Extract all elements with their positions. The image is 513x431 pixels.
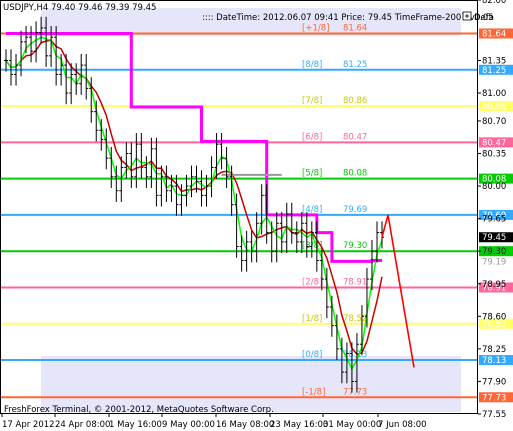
x-tick-label-1: 24 Apr 08:00 bbox=[55, 420, 110, 430]
time-axis: 17 Apr 2012 24 Apr 08:001 May 16:00 9 May … bbox=[1, 414, 427, 430]
level-bracket-4: [5/8] bbox=[302, 169, 322, 179]
symbol-header: USDJPY,H4 79.40 79.46 79.39 79.45 bbox=[3, 3, 156, 13]
band-region-left-bottom bbox=[41, 356, 461, 412]
level-bracket-9: [0/8] bbox=[302, 350, 322, 360]
copyright-footer: FreshForex Terminal, © 2001-2012, MetaQu… bbox=[4, 405, 274, 415]
y-tick-label-7: 79.30 bbox=[482, 247, 506, 257]
level-bracket-0: [+1/8] bbox=[302, 23, 329, 33]
y-tick-label-2: 81.00 bbox=[482, 89, 506, 99]
plot-background bbox=[0, 0, 478, 414]
x-tick-label-6: 31 May 00:00 bbox=[323, 420, 381, 430]
level-bracket-3: [6/8] bbox=[302, 132, 322, 142]
x-tick-label-5: 23 May 16:00 bbox=[270, 420, 328, 430]
level-axis-label-9: 78.13 bbox=[482, 356, 506, 366]
level-value-10: 77.73 bbox=[343, 387, 367, 397]
level-value-0: 81.64 bbox=[343, 23, 367, 33]
y-tick-label-5: 80.00 bbox=[482, 182, 506, 192]
level-value-1: 81.25 bbox=[343, 60, 367, 70]
level-value-5: 79.69 bbox=[343, 205, 367, 215]
x-tick-label-3: 9 May 00:00 bbox=[162, 420, 215, 430]
x-tick-label-4: 16 May 08:00 bbox=[216, 420, 274, 430]
level-value-2: 80.86 bbox=[343, 96, 367, 106]
level-axis-label-1: 81.25 bbox=[482, 66, 506, 76]
chart-window: [+1/8] 81.64 [8/8] 81.25 [7/8] 80.86 [6/8] 80.4… bbox=[0, 0, 513, 431]
y-tick-label-0: 82.00 bbox=[482, 0, 506, 6]
y-tick-label-4: 80.35 bbox=[482, 150, 506, 160]
y-tick-label-9: 78.60 bbox=[482, 312, 506, 322]
settings-icon[interactable] bbox=[462, 11, 472, 21]
level-axis-label-2: 80.86 bbox=[482, 102, 506, 112]
chart-svg: [+1/8] 81.64 [8/8] 81.25 [7/8] 80.86 [6/8] 80.4… bbox=[0, 0, 513, 430]
y-tick-label-10: 78.25 bbox=[482, 345, 506, 355]
x-tick-label-2: 1 May 16:00 bbox=[109, 420, 162, 430]
y-tick-label-1: 81.35 bbox=[482, 56, 506, 66]
y-tick-label-6: 79.65 bbox=[482, 215, 506, 225]
level-bracket-10: [-1/8] bbox=[302, 387, 325, 397]
level-value-8: 78.52 bbox=[343, 314, 367, 324]
price-axis: 81.6481.2580.8680.4780.0879.6979.3078.91… bbox=[478, 0, 513, 420]
level-value-3: 80.47 bbox=[343, 132, 367, 142]
y-tick-label-11: 77.90 bbox=[482, 377, 506, 387]
x-tick-label-7: 7 Jun 08:00 bbox=[378, 420, 427, 430]
y-extra-label-0: 79.19 bbox=[482, 257, 506, 267]
level-value-4: 80.08 bbox=[343, 169, 367, 179]
level-value-6: 79.30 bbox=[343, 241, 367, 251]
info-header: :::: DateTime: 2012.06.07 09:41 Price: 7… bbox=[202, 13, 494, 23]
y-tick-label-8: 78.95 bbox=[482, 280, 506, 290]
current-price-label: 79.45 bbox=[482, 233, 506, 243]
level-axis-label-10: 77.73 bbox=[482, 393, 506, 403]
level-value-7: 78.91 bbox=[343, 277, 367, 287]
y-tick-label-3: 80.70 bbox=[482, 117, 506, 127]
settings-icon-label: Defa bbox=[474, 13, 494, 23]
level-bracket-7: [2/8] bbox=[302, 277, 322, 287]
level-axis-label-0: 81.64 bbox=[482, 29, 506, 39]
x-tick-label-0: 17 Apr 2012 bbox=[2, 420, 55, 430]
y-tick-label-12: 77.55 bbox=[482, 410, 506, 420]
level-bracket-1: [8/8] bbox=[302, 60, 322, 70]
level-axis-label-3: 80.47 bbox=[482, 138, 506, 148]
level-bracket-8: [1/8] bbox=[302, 314, 322, 324]
level-bracket-2: [7/8] bbox=[302, 96, 322, 106]
